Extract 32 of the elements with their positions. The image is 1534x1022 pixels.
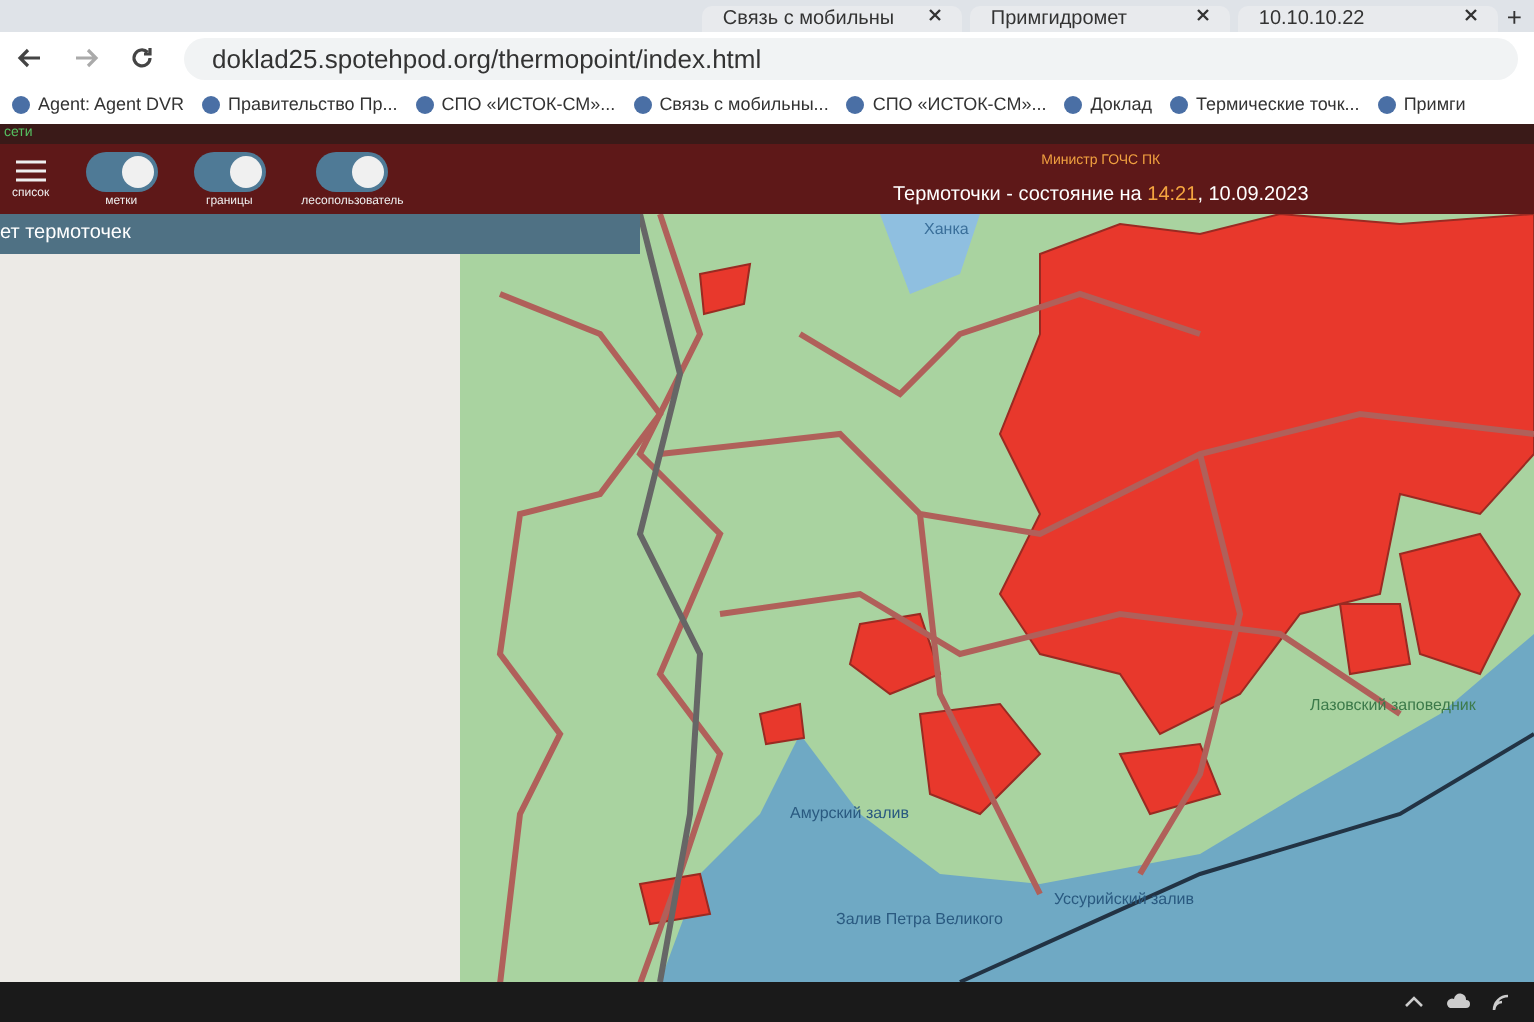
toggle-switch[interactable] xyxy=(316,151,389,191)
panel-header: ет термоточек xyxy=(0,214,640,254)
close-icon[interactable] xyxy=(928,8,943,22)
close-icon[interactable] xyxy=(1196,8,1211,22)
map-label: Амурский залив xyxy=(790,804,909,822)
bookmark[interactable]: Термические точк... xyxy=(1169,94,1360,114)
browser-tab[interactable]: Связь с мобильны xyxy=(702,6,963,32)
reload-icon[interactable] xyxy=(128,44,156,72)
bookmark[interactable]: Доклад xyxy=(1064,94,1152,114)
toggle-switch[interactable] xyxy=(193,151,266,191)
toggle-switch[interactable] xyxy=(85,151,158,191)
caret-icon[interactable] xyxy=(1402,992,1426,1012)
map-label: Ханка xyxy=(924,220,969,238)
map-label: Уссурийский залив xyxy=(1054,890,1195,908)
cloud-icon[interactable] xyxy=(1446,992,1470,1012)
wifi-icon[interactable] xyxy=(1490,992,1514,1012)
menu-icon[interactable] xyxy=(15,159,46,181)
new-tab-button[interactable]: + xyxy=(1506,4,1522,32)
map-label: Залив Петра Великого xyxy=(836,910,1003,928)
bookmark[interactable]: Связь с мобильны... xyxy=(633,94,829,114)
back-icon[interactable] xyxy=(16,44,44,72)
bookmark[interactable]: СПО «ИСТОК-СМ»... xyxy=(846,94,1047,114)
browser-tab[interactable]: 10.10.10.22 xyxy=(1238,6,1499,32)
bookmark[interactable]: Примги xyxy=(1377,94,1466,114)
header-title: Термоточки - состояние на 14:21, 10.09.2023 xyxy=(892,183,1309,205)
address-field[interactable]: doklad25.spotehpod.org/thermopoint/index.html xyxy=(184,37,1518,79)
bookmark[interactable]: СПО «ИСТОК-СМ»... xyxy=(415,94,616,114)
bookmark[interactable]: Agent: Agent DVR xyxy=(12,94,185,114)
map-label: Лазовский заповедник xyxy=(1310,696,1476,714)
close-icon[interactable] xyxy=(1464,8,1479,22)
bookmark[interactable]: Правительство Пр... xyxy=(202,94,398,114)
browser-tab[interactable]: Примгидромет xyxy=(970,6,1231,32)
